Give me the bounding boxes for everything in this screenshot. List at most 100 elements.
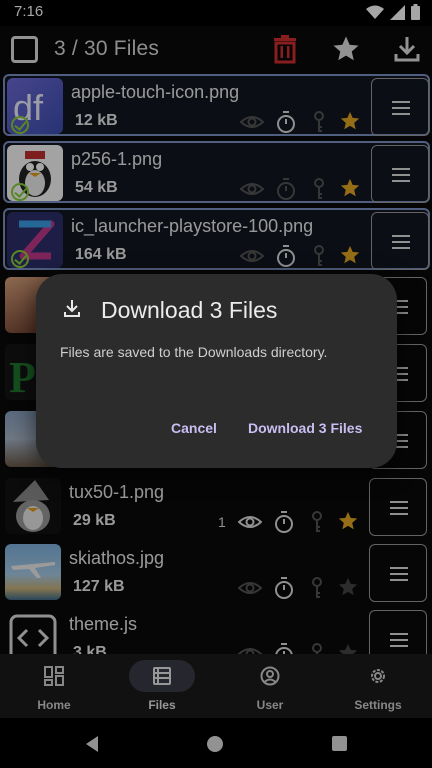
code-file-icon (9, 614, 57, 654)
key-icon[interactable] (309, 244, 329, 268)
file-row[interactable]: df apple-touch-icon.png 12 kB (3, 74, 430, 136)
eye-icon[interactable] (238, 510, 262, 534)
star-icon[interactable] (337, 642, 359, 654)
file-size: 127 kB (73, 578, 125, 595)
download-icon[interactable] (392, 34, 422, 64)
file-name: theme.js (69, 614, 138, 634)
key-icon[interactable] (307, 576, 327, 600)
file-actions (235, 177, 365, 201)
file-name: tux50-1.png (69, 482, 165, 502)
file-row[interactable]: theme.js 3 kB (3, 608, 430, 654)
file-row[interactable]: tux50-1.png 29 kB 1 (3, 476, 430, 538)
star-icon[interactable] (337, 510, 359, 532)
dialog-title: Download 3 Files (101, 297, 278, 323)
file-thumbnail (5, 610, 61, 654)
file-name: apple-touch-icon.png (71, 82, 240, 102)
nav-settings[interactable]: Settings (324, 654, 432, 718)
file-thumbnail (5, 544, 61, 600)
key-icon[interactable] (307, 510, 327, 534)
file-size: 3 kB (73, 644, 107, 654)
nav-user[interactable]: User (216, 654, 324, 718)
file-size: 54 kB (75, 179, 118, 196)
menu-icon (390, 501, 408, 515)
status-time: 7:16 (14, 3, 44, 20)
key-icon[interactable] (307, 642, 327, 654)
download-dialog: Download 3 Files Files are saved to the … (36, 274, 397, 468)
file-name: p256-1.png (71, 149, 163, 169)
wifi-icon (366, 5, 384, 19)
star-icon[interactable] (339, 110, 361, 132)
timer-icon[interactable] (272, 510, 296, 534)
nav-label: Home (37, 698, 71, 712)
nav-label: Files (148, 698, 176, 712)
file-menu-button[interactable] (371, 212, 429, 270)
timer-icon[interactable] (272, 576, 296, 600)
battery-icon (411, 4, 420, 20)
download-icon (64, 300, 80, 317)
nav-home[interactable]: Home (0, 654, 108, 718)
key-icon[interactable] (309, 177, 329, 201)
file-size: 12 kB (75, 112, 118, 129)
timer-icon[interactable] (274, 177, 298, 201)
file-menu-button[interactable] (369, 544, 427, 602)
selected-check-icon (11, 116, 29, 134)
file-actions (233, 576, 363, 600)
system-navigation-bar (0, 718, 432, 768)
star-icon[interactable] (339, 244, 361, 266)
file-menu-button[interactable] (371, 78, 429, 136)
home-icon[interactable] (206, 735, 224, 753)
file-size: 164 kB (75, 246, 127, 263)
file-row[interactable]: ic_launcher-playstore-100.png 164 kB (3, 208, 430, 270)
file-name: skiathos.jpg (69, 548, 165, 568)
files-icon (153, 667, 171, 685)
menu-icon (392, 235, 410, 249)
recents-icon[interactable] (332, 736, 347, 751)
timer-icon[interactable] (272, 642, 296, 654)
nav-label: Settings (354, 698, 402, 712)
timer-icon[interactable] (274, 244, 298, 268)
selected-check-icon (11, 183, 29, 201)
user-icon (260, 666, 280, 686)
key-icon[interactable] (309, 110, 329, 134)
nav-label: User (256, 698, 284, 712)
eye-icon[interactable] (238, 642, 262, 654)
bottom-navigation: Home Files User Settings (0, 654, 432, 718)
menu-icon (392, 168, 410, 182)
menu-icon (392, 101, 410, 115)
signal-icon (390, 4, 405, 20)
view-count: 1 (218, 514, 226, 530)
file-actions (233, 642, 363, 654)
status-icons (366, 4, 420, 20)
menu-icon (390, 633, 408, 647)
file-menu-button[interactable] (369, 610, 427, 654)
gear-icon (371, 669, 385, 683)
file-thumbnail (5, 478, 61, 534)
file-size: 29 kB (73, 512, 116, 529)
file-actions (233, 510, 363, 534)
dashboard-icon (44, 666, 64, 686)
file-name: ic_launcher-playstore-100.png (71, 216, 314, 236)
cancel-button[interactable]: Cancel (171, 420, 217, 436)
file-menu-button[interactable] (369, 478, 427, 536)
timer-icon[interactable] (274, 110, 298, 134)
file-actions (235, 110, 365, 134)
select-all-checkbox[interactable] (11, 36, 38, 63)
airplane-photo-icon (11, 562, 55, 578)
delete-icon[interactable] (270, 34, 300, 64)
file-row[interactable]: p256-1.png 54 kB (3, 141, 430, 203)
file-row[interactable]: skiathos.jpg 127 kB (3, 542, 430, 604)
back-icon[interactable] (84, 735, 100, 753)
star-icon[interactable] (331, 34, 361, 64)
eye-icon[interactable] (240, 110, 264, 134)
download-confirm-button[interactable]: Download 3 Files (248, 420, 362, 436)
eye-icon[interactable] (240, 244, 264, 268)
star-icon[interactable] (337, 576, 359, 598)
file-menu-button[interactable] (371, 145, 429, 203)
file-actions (235, 244, 365, 268)
svg-text:P: P (9, 353, 36, 400)
eye-icon[interactable] (240, 177, 264, 201)
eye-icon[interactable] (238, 576, 262, 600)
selected-check-icon (11, 250, 29, 268)
nav-files[interactable]: Files (108, 654, 216, 718)
star-icon[interactable] (339, 177, 361, 199)
